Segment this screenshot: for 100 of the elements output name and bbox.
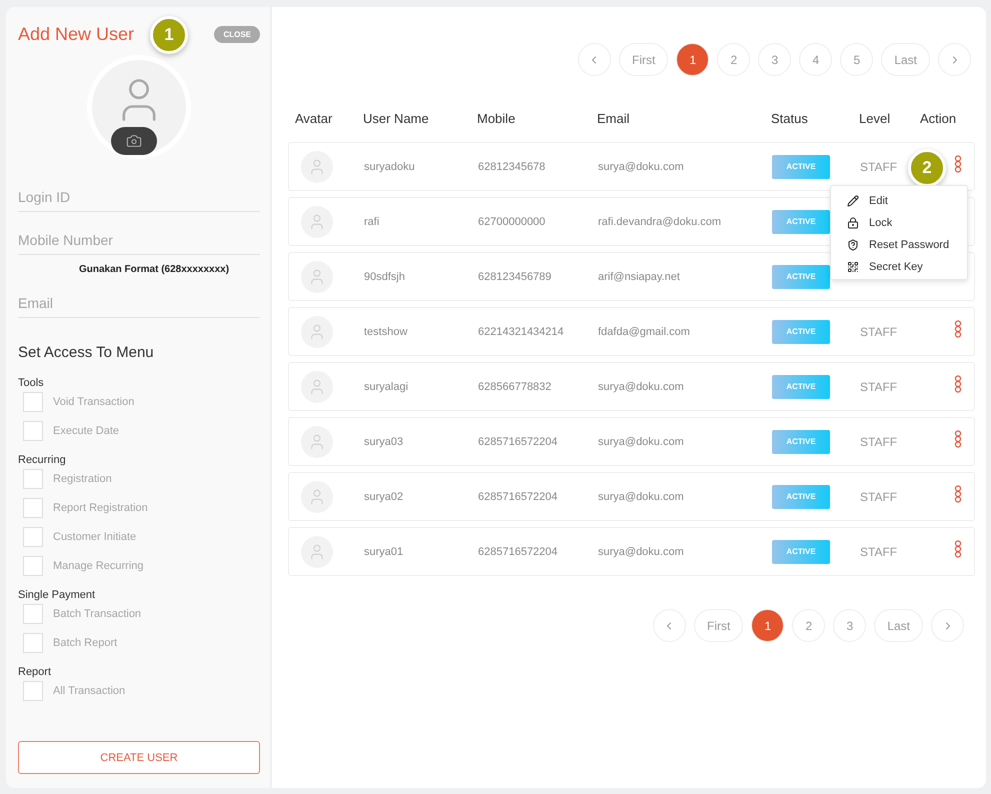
table-cell-text: rafi	[364, 216, 380, 228]
qr-code-icon	[847, 261, 859, 273]
table-cell-text: 628566778832	[478, 380, 552, 392]
table-cell-text: surya@doku.com	[598, 160, 685, 172]
panel-title: Add New User	[18, 24, 134, 44]
column-header: Level	[859, 111, 892, 126]
create-user-button[interactable]: CREATE USER	[18, 741, 260, 774]
group-label: Recurring	[18, 454, 67, 466]
menu-item[interactable]: Secret Key	[847, 261, 967, 273]
avatar-icon	[301, 206, 333, 238]
table-cell-text: 62214321434214	[478, 326, 565, 338]
group-label: Single Payment	[18, 589, 96, 601]
checkbox[interactable]	[23, 392, 43, 412]
table-cell-text: fdafda@gmail.com	[598, 326, 691, 338]
table-cell-text: STAFF	[860, 490, 898, 504]
group-label: Report	[18, 666, 52, 678]
input-field[interactable]: Email	[18, 283, 260, 318]
table-cell-text: STAFF	[860, 544, 898, 558]
more-options-icon[interactable]	[954, 320, 962, 338]
status-badge: ACTIVE	[772, 154, 830, 178]
checkbox-label: Batch Report	[53, 637, 118, 649]
column-header: User Name	[363, 111, 430, 126]
input-field[interactable]: Mobile Number	[18, 220, 260, 255]
checkbox[interactable]	[23, 604, 43, 624]
next-page-button[interactable]	[931, 609, 964, 642]
table-cell-text: testshow	[364, 326, 408, 338]
table-cell-text: arif@nsiapay.net	[598, 270, 681, 282]
page-button[interactable]: 2	[792, 609, 826, 642]
avatar-icon	[301, 260, 333, 292]
table-cell-text: suryadoku	[364, 160, 416, 172]
table-cell-text: 628123456789	[478, 270, 552, 282]
table-cell-text: STAFF	[860, 324, 898, 338]
avatar-icon	[301, 316, 333, 348]
checkbox[interactable]	[23, 527, 43, 547]
avatar-icon	[301, 370, 333, 402]
status-badge: ACTIVE	[772, 430, 830, 454]
menu-item[interactable]: Edit	[847, 195, 967, 207]
pencil-icon	[847, 195, 859, 207]
avatar-icon	[301, 150, 333, 182]
checkbox[interactable]	[23, 633, 43, 653]
table-cell-text: suryalagi	[364, 380, 410, 392]
page-button[interactable]: 2	[717, 43, 750, 76]
table-cell-text: rafi.devandra@doku.com	[598, 216, 722, 228]
checkbox[interactable]	[23, 421, 43, 441]
column-header: Action	[920, 111, 958, 126]
more-options-icon[interactable]	[954, 375, 962, 393]
next-page-button[interactable]	[938, 43, 971, 76]
field-hint: Gunakan Format (628xxxxxxxx)	[78, 263, 230, 275]
column-header: Status	[771, 111, 809, 126]
checkbox[interactable]	[23, 498, 43, 518]
column-header: Mobile	[477, 111, 516, 126]
shield-icon	[847, 239, 859, 251]
page-button[interactable]: 1	[751, 609, 784, 642]
checkbox-label: Execute Date	[53, 425, 120, 437]
table-cell-text: surya@doku.com	[598, 546, 685, 558]
page-button[interactable]: First	[618, 43, 668, 76]
camera-button[interactable]	[111, 127, 157, 155]
previous-page-button[interactable]	[578, 43, 611, 76]
table-cell-text: surya02	[364, 490, 404, 502]
page-button[interactable]: 3	[833, 609, 866, 642]
checkbox-label: Customer Initiate	[53, 531, 136, 543]
table-cell-text: STAFF	[860, 434, 898, 448]
page-button[interactable]: Last	[874, 609, 923, 642]
group-label: Tools	[18, 377, 45, 389]
menu-item[interactable]: Lock	[847, 217, 967, 229]
page-button[interactable]: 1	[676, 43, 710, 76]
status-badge: ACTIVE	[772, 210, 830, 234]
table-cell-text: 6285716572204	[478, 490, 559, 502]
status-badge: ACTIVE	[772, 264, 830, 288]
callout-badge: 2	[908, 149, 946, 187]
page-button[interactable]: 3	[758, 43, 792, 76]
input-field[interactable]: Login ID	[18, 177, 260, 212]
table-cell-text: 90sdfsjh	[364, 270, 406, 282]
checkbox-label: All Transaction	[53, 685, 126, 697]
table-cell-text: 62700000000	[478, 216, 546, 228]
page-button[interactable]: 5	[840, 43, 874, 76]
more-options-icon[interactable]	[954, 485, 962, 503]
table-cell-text: surya01	[364, 546, 404, 558]
previous-page-button[interactable]	[652, 609, 686, 642]
table-cell-text: surya@doku.com	[598, 490, 685, 502]
close-button[interactable]: CLOSE	[214, 26, 260, 42]
table-cell-text: 6285716572204	[478, 546, 559, 558]
menu-item[interactable]: Reset Password	[847, 239, 967, 251]
page-button[interactable]: Last	[881, 43, 930, 76]
checkbox[interactable]	[23, 469, 43, 489]
more-options-icon[interactable]	[954, 540, 962, 558]
table-cell-text: surya@doku.com	[598, 436, 685, 448]
status-badge: ACTIVE	[772, 484, 830, 508]
checkbox[interactable]	[23, 681, 43, 701]
table-cell-text: 6285716572204	[478, 436, 559, 448]
section-title: Set Access To Menu	[18, 344, 155, 361]
more-options-icon[interactable]	[954, 430, 962, 448]
page-button[interactable]: First	[694, 609, 744, 642]
checkbox[interactable]	[23, 556, 43, 576]
column-header: Avatar	[295, 111, 334, 126]
checkbox-label: Void Transaction	[53, 396, 134, 408]
camera-icon	[126, 133, 142, 149]
page-button[interactable]: 4	[799, 43, 832, 76]
status-badge: ACTIVE	[772, 374, 830, 398]
more-options-icon[interactable]	[954, 155, 962, 173]
